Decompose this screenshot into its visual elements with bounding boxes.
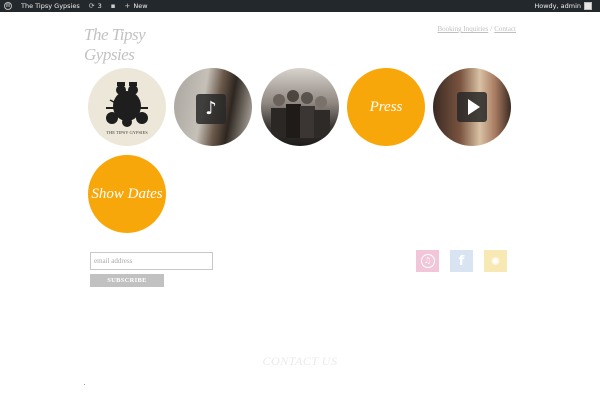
updates-count: 3 [97, 2, 102, 10]
admin-bar: The Tipsy Gypsies ⟳ 3 ▪ + New Howdy, adm… [0, 0, 600, 12]
band-photo [271, 90, 330, 138]
tile-press[interactable]: Press [347, 68, 425, 146]
divider-dot [84, 384, 85, 385]
facebook-link[interactable]: f [450, 250, 473, 272]
site-logo[interactable]: The Tipsy Gypsies [84, 25, 194, 64]
tile-show-dates[interactable]: Show Dates [88, 155, 166, 233]
updates-link[interactable]: ⟳ 3 [89, 0, 102, 12]
contact-heading: CONTACT US [262, 354, 338, 368]
comments-link[interactable]: ▪ [111, 0, 116, 12]
contact-link[interactable]: Contact [494, 25, 516, 33]
video-play-icon [457, 92, 487, 122]
avatar[interactable] [584, 2, 592, 10]
wordpress-logo-icon[interactable] [4, 0, 12, 12]
tile-band-photo[interactable] [261, 68, 339, 146]
tile-music[interactable]: ♪ [174, 68, 252, 146]
top-links: Booking Inquiries / Contact [438, 25, 516, 33]
comment-icon: ▪ [110, 2, 116, 10]
account-greeting[interactable]: Howdy, admin [534, 0, 581, 12]
booking-inquiries-link[interactable]: Booking Inquiries [438, 25, 489, 33]
email-field[interactable] [90, 252, 213, 270]
reverbnation-icon: ✺ [490, 254, 501, 268]
new-label: New [133, 2, 148, 10]
tile-video[interactable] [433, 68, 511, 146]
itunes-icon: ♫ [420, 254, 435, 268]
subscribe-button[interactable]: SUBSCRIBE [90, 274, 164, 287]
reverbnation-link[interactable]: ✺ [484, 250, 507, 272]
tile-show-dates-label: Show Dates [91, 185, 163, 202]
tile-band-logo[interactable]: THE TIPSY GYPSIES [88, 68, 166, 146]
refresh-icon: ⟳ [88, 2, 95, 10]
tile-press-label: Press [369, 98, 403, 115]
itunes-link[interactable]: ♫ [416, 250, 439, 272]
new-content-link[interactable]: + New [125, 0, 148, 12]
facebook-icon: f [458, 253, 465, 269]
link-separator: / [490, 25, 493, 33]
plus-icon: + [124, 2, 131, 10]
band-logo-icon [106, 82, 148, 127]
site-name-link[interactable]: The Tipsy Gypsies [21, 0, 80, 12]
tile-logo-caption: THE TIPSY GYPSIES [106, 130, 148, 135]
music-note-icon: ♪ [196, 94, 226, 124]
